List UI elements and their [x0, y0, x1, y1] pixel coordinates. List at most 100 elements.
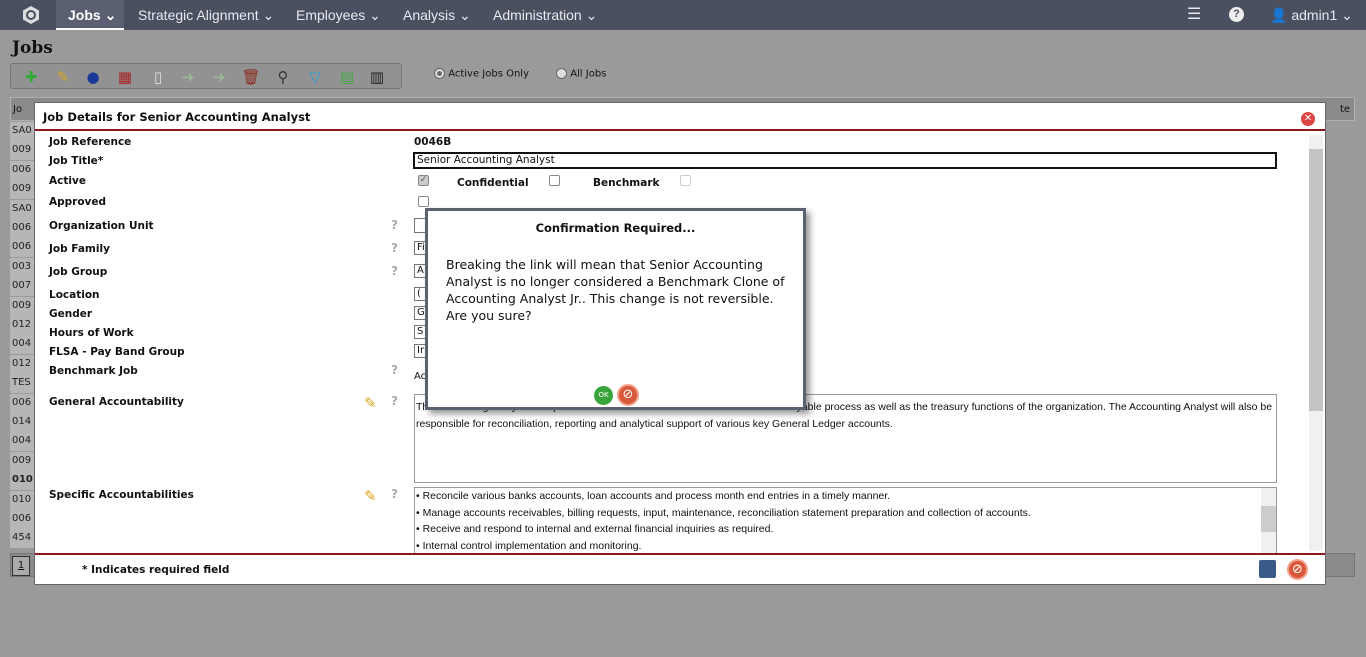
close-icon[interactable]: ✕ — [1301, 112, 1315, 126]
edit-pencil-icon[interactable]: ✎ — [53, 67, 73, 87]
delete-trash-icon[interactable]: 🗑 — [241, 67, 261, 87]
list-item: • Manage accounts receivables, billing r… — [416, 506, 1031, 519]
nav-jobs[interactable]: Jobs ⌄ — [56, 0, 124, 30]
all-jobs-radio[interactable]: All Jobs — [556, 68, 606, 80]
grid-row[interactable]: 006 — [10, 160, 34, 180]
nav-label: Jobs — [68, 7, 101, 23]
nav-label: Strategic Alignment — [138, 7, 259, 23]
grid-row[interactable]: 010 — [10, 490, 34, 510]
help-question-icon[interactable]: ? — [391, 487, 398, 501]
add-job-icon[interactable]: ✚ — [21, 67, 41, 87]
user-menu[interactable]: 👤 admin1 ⌄ — [1270, 0, 1353, 30]
grid-row[interactable]: 006 — [10, 393, 34, 413]
grid-row[interactable]: 009 — [10, 141, 34, 161]
import-icon[interactable]: ➜ — [178, 67, 198, 87]
grid-row[interactable]: 007 — [10, 277, 34, 297]
modal-title: Job Details for Senior Accounting Analys… — [43, 110, 311, 124]
benchmark-checkbox — [680, 175, 691, 186]
grid-row[interactable]: SA0 — [10, 199, 34, 219]
copy-icon[interactable]: ▯ — [148, 67, 168, 87]
approved-checkbox[interactable] — [418, 196, 429, 207]
job-title-label: Job Title* — [49, 155, 104, 167]
app-logo-icon[interactable] — [22, 0, 42, 30]
help-icon[interactable]: ? — [1229, 7, 1244, 22]
modal-footer: * Indicates required field ⊘ — [35, 553, 1325, 584]
grid-column-header[interactable]: Jo — [13, 104, 22, 115]
grid-row[interactable]: 004 — [10, 335, 34, 355]
export-icon[interactable]: ➜ — [209, 67, 229, 87]
help-question-icon[interactable]: ? — [391, 264, 398, 278]
grid-row[interactable]: 003 — [10, 257, 34, 277]
search-magnifier-icon[interactable]: ⚲ — [273, 67, 293, 87]
modal-scrollbar[interactable] — [1309, 135, 1323, 551]
organization-unit-label: Organization Unit — [49, 220, 154, 232]
flsa-label: FLSA - Pay Band Group — [49, 346, 185, 358]
ok-button[interactable]: OK — [594, 386, 613, 405]
grid-row[interactable]: 009 — [10, 451, 34, 471]
pager-page-1[interactable]: 1 — [12, 556, 30, 576]
grid-row[interactable]: TES — [10, 374, 34, 394]
grid-row[interactable]: 010 — [10, 471, 34, 491]
grid-row[interactable]: 004 — [10, 432, 34, 452]
user-icon: 👤 — [1270, 7, 1288, 23]
radio-label: Active Jobs Only — [448, 68, 530, 80]
filter-funnel-icon[interactable]: ▽ — [305, 67, 325, 87]
cancel-icon[interactable]: ⊘ — [1287, 559, 1308, 580]
nav-analysis[interactable]: Analysis ⌄ — [403, 0, 471, 30]
grid-column-header[interactable]: te — [1340, 104, 1350, 115]
benchmark-ribbon-icon[interactable]: ● — [83, 67, 103, 87]
gender-label: Gender — [49, 308, 93, 320]
radio-selected-icon — [434, 68, 445, 79]
questionnaire-icon[interactable]: ▦ — [115, 67, 135, 87]
grid-row[interactable]: 009 — [10, 180, 34, 200]
confirmation-title: Confirmation Required... — [535, 221, 696, 235]
nav-label: Analysis — [403, 7, 456, 23]
username: admin1 — [1291, 7, 1338, 23]
list-item: • Receive and respond to internal and ex… — [416, 523, 774, 535]
grid-row[interactable]: SA0 — [10, 122, 34, 141]
confirmation-message: Breaking the link will mean that Senior … — [446, 257, 785, 323]
grid-row[interactable]: 012 — [10, 316, 34, 335]
print-icon[interactable]: ▤ — [337, 67, 357, 87]
hours-of-work-label: Hours of Work — [49, 327, 134, 339]
grid-row[interactable]: 006 — [10, 510, 34, 529]
active-checkbox[interactable]: ✓ — [418, 175, 429, 186]
required-note: * Indicates required field — [82, 564, 230, 576]
active-jobs-radio[interactable]: Active Jobs Only — [434, 68, 529, 80]
grid-row[interactable]: 012 — [10, 354, 34, 374]
benchmark-job-label: Benchmark Job — [49, 365, 138, 377]
help-question-icon[interactable]: ? — [391, 363, 398, 377]
benchmark-label: Benchmark — [593, 177, 660, 189]
save-disk-icon[interactable] — [1259, 560, 1276, 578]
list-item: • Internal control implementation and mo… — [416, 539, 642, 552]
job-title-input[interactable]: Senior Accounting Analyst — [413, 152, 1277, 169]
top-nav: Jobs ⌄ Strategic Alignment ⌄ Employees ⌄… — [0, 0, 1366, 30]
job-family-label: Job Family — [49, 243, 110, 255]
reports-chart-icon[interactable]: ▥ — [367, 67, 387, 87]
help-question-icon[interactable]: ? — [391, 394, 398, 408]
grid-row[interactable]: 009 — [10, 296, 34, 316]
location-label: Location — [49, 289, 100, 301]
active-label: Active — [49, 175, 86, 187]
specific-accountabilities-list[interactable]: • Reconcile various banks accounts, loan… — [414, 487, 1277, 554]
confidential-checkbox[interactable] — [549, 175, 560, 186]
settings-sliders-icon[interactable]: ☰ — [1187, 0, 1201, 30]
grid-row[interactable]: 014 — [10, 413, 34, 432]
help-question-icon[interactable]: ? — [391, 218, 398, 232]
nav-strategic-alignment[interactable]: Strategic Alignment ⌄ — [138, 0, 274, 30]
page-title: Jobs — [12, 38, 53, 58]
help-question-icon[interactable]: ? — [391, 241, 398, 255]
radio-empty-icon — [556, 68, 567, 79]
cancel-button[interactable]: ⊘ — [617, 384, 639, 406]
edit-pencil-icon[interactable]: ✎ — [364, 394, 377, 412]
grid-row[interactable]: 006 — [10, 238, 34, 258]
job-reference-label: Job Reference — [49, 136, 132, 148]
specific-accountabilities-label: Specific Accountabilities — [49, 489, 194, 501]
edit-pencil-icon[interactable]: ✎ — [364, 487, 377, 505]
nav-employees[interactable]: Employees ⌄ — [296, 0, 381, 30]
grid-row[interactable]: 006 — [10, 219, 34, 238]
nav-administration[interactable]: Administration ⌄ — [493, 0, 597, 30]
job-group-label: Job Group — [49, 266, 108, 278]
grid-row[interactable]: 454 — [10, 529, 34, 549]
inner-scrollbar[interactable] — [1261, 488, 1276, 553]
